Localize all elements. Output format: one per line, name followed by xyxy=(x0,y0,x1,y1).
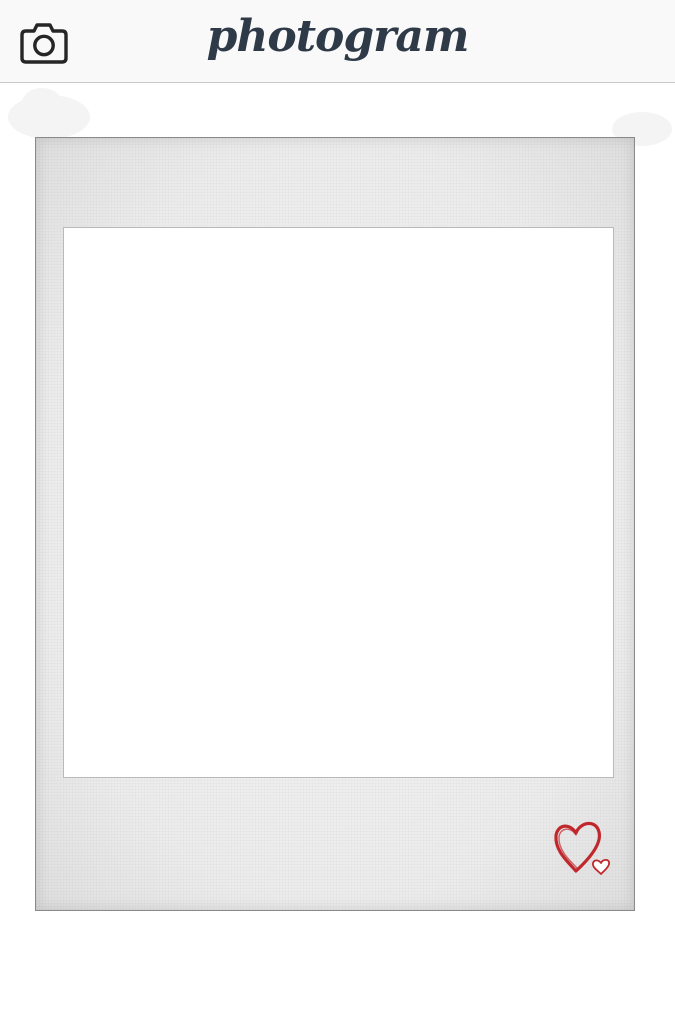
small-heart-icon xyxy=(591,858,611,875)
polaroid-frame xyxy=(35,137,635,911)
photogram-app: photogram xyxy=(0,0,675,1017)
like-button[interactable] xyxy=(549,814,619,884)
photo-area[interactable] xyxy=(63,227,614,778)
background-cloud-left-puff xyxy=(22,88,62,118)
brand-title: photogram xyxy=(206,11,470,62)
top-bar: photogram xyxy=(0,0,675,83)
